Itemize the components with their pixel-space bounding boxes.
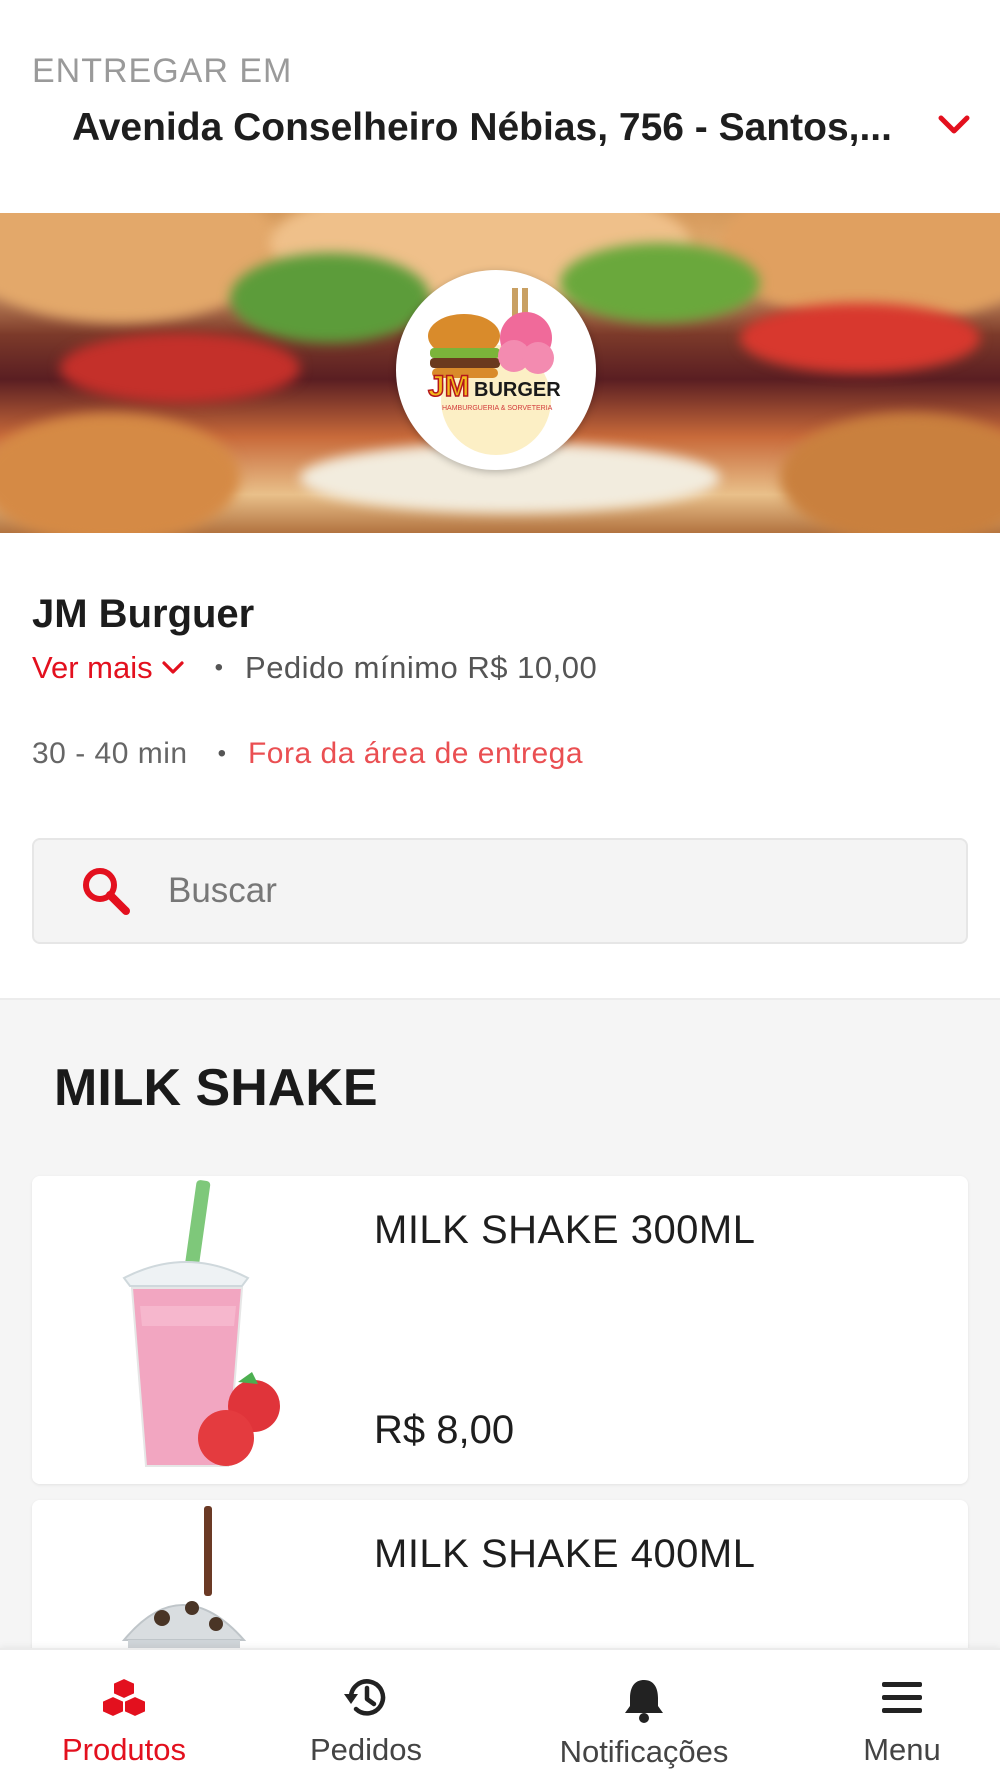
svg-text:BURGER: BURGER	[474, 379, 561, 401]
nav-label: Pedidos	[309, 1732, 423, 1767]
category-title: MILK SHAKE	[54, 1059, 378, 1117]
bottom-navigation: Produtos Pedidos Notificações Menu	[0, 1648, 1000, 1778]
product-card[interactable]: MILK SHAKE 400ML	[32, 1500, 968, 1648]
delivery-info-row: 30 - 40 min • Fora da área de entrega	[32, 732, 583, 776]
products-section: MILK SHAKE MILK SHAKE 300ML R$ 8,00 MILK…	[0, 998, 1000, 1648]
ver-mais-label: Ver mais	[32, 650, 153, 685]
nav-item-pedidos[interactable]: Pedidos	[286, 1650, 446, 1778]
product-name: MILK SHAKE 300ML	[374, 1208, 756, 1252]
nav-item-produtos[interactable]: Produtos	[44, 1650, 204, 1778]
search-input[interactable]	[168, 871, 868, 911]
separator-dot: •	[214, 654, 224, 681]
product-image	[32, 1500, 340, 1648]
product-name: MILK SHAKE 400ML	[374, 1532, 756, 1576]
minimum-order: Pedido mínimo R$ 10,00	[245, 650, 598, 685]
svg-text:HAMBURGUERIA & SORVETERIA: HAMBURGUERIA & SORVETERIA	[442, 405, 553, 412]
product-price: R$ 8,00	[374, 1408, 515, 1452]
separator-dot: •	[217, 740, 226, 767]
hamburger-menu-icon	[882, 1682, 922, 1713]
history-icon	[344, 1679, 386, 1716]
product-card[interactable]: MILK SHAKE 300ML R$ 8,00	[32, 1176, 968, 1484]
search-icon	[83, 868, 130, 915]
nav-label: Menu	[863, 1732, 941, 1767]
store-name: JM Burguer	[32, 592, 255, 636]
ver-mais-link[interactable]: Ver mais	[32, 650, 185, 686]
nav-label: Produtos	[61, 1732, 187, 1767]
delivery-status: Fora da área de entrega	[247, 737, 584, 770]
chevron-down-icon	[162, 661, 184, 674]
address-selector[interactable]: Avenida Conselheiro Nébias, 756 - Santos…	[72, 100, 972, 156]
delivery-header: ENTREGAR EM Avenida Conselheiro Nébias, …	[0, 0, 1000, 213]
search-bar[interactable]	[32, 838, 968, 944]
nav-item-menu[interactable]: Menu	[822, 1650, 982, 1778]
bell-icon	[625, 1680, 663, 1723]
store-info-row: Ver mais • Pedido mínimo R$ 10,00	[32, 645, 597, 691]
cubes-icon	[101, 1676, 147, 1719]
nav-item-notificacoes[interactable]: Notificações	[546, 1650, 742, 1778]
store-logo: JM BURGER HAMBURGUERIA & SORVETERIA	[396, 270, 596, 470]
svg-text:JM: JM	[428, 370, 470, 403]
nav-label: Notificações	[559, 1734, 729, 1769]
chevron-down-icon[interactable]	[936, 110, 972, 140]
delivery-time: 30 - 40 min	[32, 737, 188, 770]
address-text: Avenida Conselheiro Nébias, 756 - Santos…	[72, 106, 892, 149]
product-image	[32, 1176, 340, 1484]
deliver-label: ENTREGAR EM	[32, 52, 293, 90]
